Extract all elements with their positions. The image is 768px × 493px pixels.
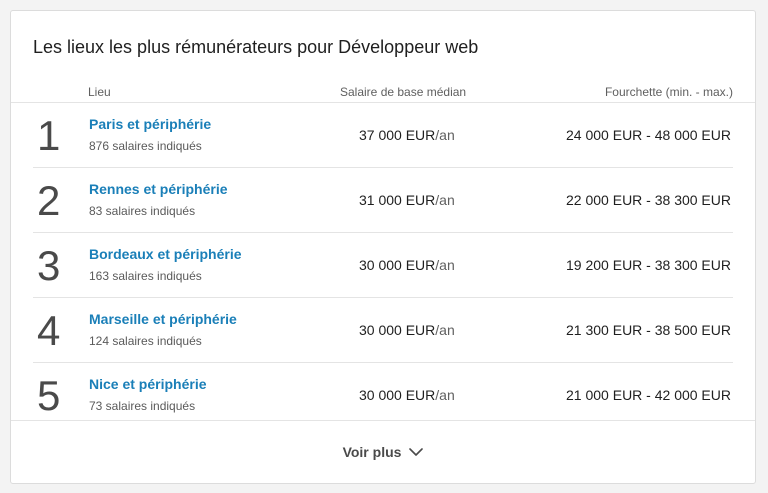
- location-link[interactable]: Nice et périphérie: [89, 376, 207, 392]
- salary-count: 73 salaires indiqués: [89, 399, 196, 413]
- salary-range: 19 200 EUR - 38 300 EUR: [566, 257, 731, 273]
- median-salary: 30 000 EUR/an: [359, 257, 455, 273]
- location-link[interactable]: Rennes et périphérie: [89, 181, 228, 197]
- salary-range: 22 000 EUR - 38 300 EUR: [566, 192, 731, 208]
- header-median-salary: Salaire de base médian: [340, 85, 467, 99]
- rank-number: 3: [37, 242, 61, 289]
- card-footer: Voir plus: [11, 420, 755, 483]
- salary-range: 21 000 EUR - 42 000 EUR: [566, 387, 731, 403]
- location-link[interactable]: Bordeaux et périphérie: [89, 246, 242, 262]
- median-salary: 31 000 EUR/an: [359, 192, 455, 208]
- salary-value: 37 000 EUR: [359, 127, 436, 143]
- rank-number: 1: [37, 112, 61, 159]
- salary-value: 30 000 EUR: [359, 257, 436, 273]
- rank-number: 4: [37, 307, 61, 354]
- salary-count: 124 salaires indiqués: [89, 334, 202, 348]
- salary-unit: /an: [435, 257, 455, 273]
- salary-unit: /an: [435, 192, 455, 208]
- table-row: 4 Marseille et périphérie 124 salaires i…: [33, 298, 733, 363]
- salary-value: 30 000 EUR: [359, 322, 436, 338]
- table-row: 5 Nice et périphérie 73 salaires indiqué…: [33, 363, 733, 427]
- median-salary: 30 000 EUR/an: [359, 387, 455, 403]
- table-header: Lieu Salaire de base médian Fourchette (…: [11, 85, 755, 103]
- salary-count: 83 salaires indiqués: [89, 204, 196, 218]
- top-locations-card: Les lieux les plus rémunérateurs pour Dé…: [10, 10, 756, 484]
- salary-range: 21 300 EUR - 38 500 EUR: [566, 322, 731, 338]
- see-more-label: Voir plus: [342, 444, 402, 460]
- header-location: Lieu: [88, 85, 111, 99]
- salary-count: 163 salaires indiqués: [89, 269, 202, 283]
- location-link[interactable]: Paris et périphérie: [89, 116, 211, 132]
- locations-table: 1 Paris et périphérie 876 salaires indiq…: [11, 102, 755, 427]
- salary-unit: /an: [435, 127, 455, 143]
- card-title: Les lieux les plus rémunérateurs pour Dé…: [33, 37, 479, 57]
- table-row: 2 Rennes et périphérie 83 salaires indiq…: [33, 168, 733, 233]
- salary-unit: /an: [435, 387, 455, 403]
- rank-number: 5: [37, 372, 61, 419]
- salary-range: 24 000 EUR - 48 000 EUR: [566, 127, 731, 143]
- header-salary-range: Fourchette (min. - max.): [604, 85, 733, 99]
- table-row: 3 Bordeaux et périphérie 163 salaires in…: [33, 233, 733, 298]
- see-more-button[interactable]: Voir plus: [337, 443, 430, 461]
- median-salary: 37 000 EUR/an: [359, 127, 455, 143]
- salary-unit: /an: [435, 322, 455, 338]
- chevron-down-icon: [409, 448, 424, 456]
- salary-count: 876 salaires indiqués: [89, 139, 202, 153]
- table-row: 1 Paris et périphérie 876 salaires indiq…: [33, 103, 733, 168]
- salary-value: 31 000 EUR: [359, 192, 436, 208]
- median-salary: 30 000 EUR/an: [359, 322, 455, 338]
- location-link[interactable]: Marseille et périphérie: [89, 311, 237, 327]
- rank-number: 2: [37, 177, 61, 224]
- salary-value: 30 000 EUR: [359, 387, 436, 403]
